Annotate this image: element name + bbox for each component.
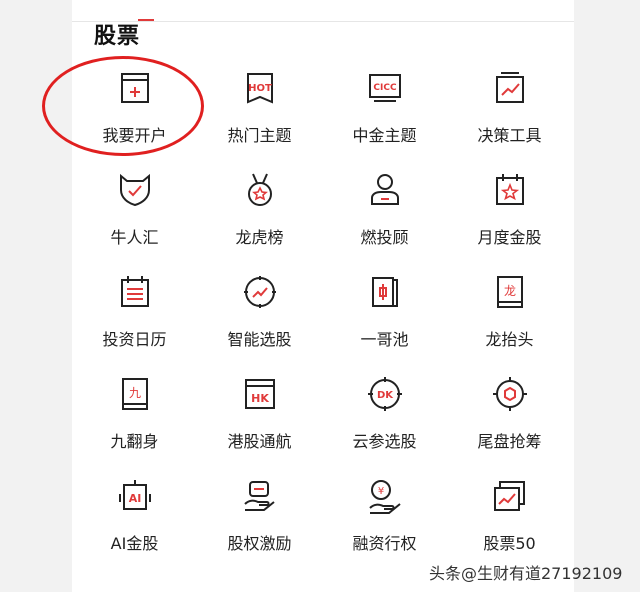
grid-row: 牛人汇 龙虎榜 燃投顾 月度金股 bbox=[72, 162, 574, 264]
account-open-icon bbox=[115, 68, 155, 108]
hand-coin-icon: ¥ bbox=[365, 476, 405, 516]
feature-stock-50[interactable]: 股票50 bbox=[447, 468, 572, 570]
svg-text:九: 九 bbox=[129, 386, 141, 400]
stock50-cards-icon bbox=[490, 476, 530, 516]
target-hexagon-icon bbox=[490, 374, 530, 414]
bull-shield-icon bbox=[115, 170, 155, 210]
feature-financing-exercise[interactable]: ¥ 融资行权 bbox=[322, 468, 447, 570]
svg-text:HK: HK bbox=[251, 392, 269, 405]
svg-text:HOT: HOT bbox=[248, 83, 272, 94]
feature-dragon-rise[interactable]: 龙 龙抬头 bbox=[447, 264, 572, 366]
feature-equity-incentive[interactable]: 股权激励 bbox=[197, 468, 322, 570]
section-title: 股票 bbox=[94, 24, 141, 49]
feature-label: 龙抬头 bbox=[485, 330, 534, 349]
feature-cicc-topics[interactable]: CICC 中金主题 bbox=[322, 60, 447, 162]
feature-hk-connect[interactable]: HK 港股通航 bbox=[197, 366, 322, 468]
advisor-person-icon bbox=[365, 170, 405, 210]
calendar-star-icon bbox=[490, 170, 530, 210]
feature-top-pool[interactable]: 一哥池 bbox=[322, 264, 447, 366]
feature-dragon-tiger[interactable]: 龙虎榜 bbox=[197, 162, 322, 264]
feature-label: 一哥池 bbox=[360, 330, 409, 349]
feature-label: 投资日历 bbox=[102, 330, 167, 349]
hk-icon: HK bbox=[240, 374, 280, 414]
feature-nine-turnaround[interactable]: 九 九翻身 bbox=[72, 366, 197, 468]
watermark: 头条@生财有道27192109 bbox=[429, 564, 623, 583]
feature-bull-club[interactable]: 牛人汇 bbox=[72, 162, 197, 264]
feature-label: 智能选股 bbox=[227, 330, 292, 349]
feature-monthly-gold-stocks[interactable]: 月度金股 bbox=[447, 162, 572, 264]
grid-row: 九 九翻身 HK 港股通航 DK 云参选股 尾盘抢筹 bbox=[72, 366, 574, 468]
feature-label: 热门主题 bbox=[227, 126, 292, 145]
smart-compass-icon bbox=[240, 272, 280, 312]
hand-equity-icon bbox=[240, 476, 280, 516]
feature-label: 决策工具 bbox=[477, 126, 542, 145]
feature-label: 牛人汇 bbox=[110, 228, 159, 247]
cicc-icon: CICC bbox=[365, 68, 405, 108]
feature-label: 燃投顾 bbox=[360, 228, 409, 247]
svg-text:¥: ¥ bbox=[378, 486, 384, 497]
top-accent-bar bbox=[138, 19, 154, 21]
dk-target-icon: DK bbox=[365, 374, 405, 414]
hot-icon: HOT bbox=[240, 68, 280, 108]
feature-closing-rush[interactable]: 尾盘抢筹 bbox=[447, 366, 572, 468]
feature-label: 港股通航 bbox=[227, 432, 292, 451]
decision-chart-icon bbox=[490, 68, 530, 108]
svg-text:龙: 龙 bbox=[504, 284, 516, 298]
feature-label: 尾盘抢筹 bbox=[477, 432, 542, 451]
feature-smart-screening[interactable]: 智能选股 bbox=[197, 264, 322, 366]
nine-book-icon: 九 bbox=[115, 374, 155, 414]
feature-hot-topics[interactable]: HOT 热门主题 bbox=[197, 60, 322, 162]
feature-ai-gold-stocks[interactable]: AI AI金股 bbox=[72, 468, 197, 570]
svg-text:AI: AI bbox=[129, 492, 142, 505]
feature-account-open[interactable]: 我要开户 bbox=[72, 60, 197, 162]
feature-grid: 我要开户 HOT 热门主题 CICC 中金主题 决策工具 牛人汇 龙虎榜 燃投顾… bbox=[72, 60, 574, 570]
feature-advisor[interactable]: 燃投顾 bbox=[322, 162, 447, 264]
feature-decision-tools[interactable]: 决策工具 bbox=[447, 60, 572, 162]
feature-label: 股票50 bbox=[483, 534, 536, 553]
svg-text:CICC: CICC bbox=[373, 83, 397, 93]
calendar-list-icon bbox=[115, 272, 155, 312]
feature-label: 股权激励 bbox=[227, 534, 292, 553]
grid-row: AI AI金股 股权激励 ¥ 融资行权 股票50 bbox=[72, 468, 574, 570]
feature-label: 月度金股 bbox=[477, 228, 542, 247]
feature-investment-calendar[interactable]: 投资日历 bbox=[72, 264, 197, 366]
medal-star-icon bbox=[240, 170, 280, 210]
feature-label: 云参选股 bbox=[352, 432, 417, 451]
grid-row: 投资日历 智能选股 一哥池 龙 龙抬头 bbox=[72, 264, 574, 366]
feature-label: AI金股 bbox=[110, 534, 159, 553]
feature-label: 融资行权 bbox=[352, 534, 417, 553]
feature-label: 龙虎榜 bbox=[235, 228, 284, 247]
book-candle-icon bbox=[365, 272, 405, 312]
grid-row: 我要开户 HOT 热门主题 CICC 中金主题 决策工具 bbox=[72, 60, 574, 162]
feature-cloud-screening[interactable]: DK 云参选股 bbox=[322, 366, 447, 468]
feature-label: 中金主题 bbox=[352, 126, 417, 145]
feature-label: 九翻身 bbox=[110, 432, 159, 451]
svg-text:DK: DK bbox=[377, 390, 394, 401]
ai-robot-icon: AI bbox=[115, 476, 155, 516]
feature-label: 我要开户 bbox=[102, 126, 167, 145]
top-divider bbox=[72, 21, 574, 22]
dragon-book-icon: 龙 bbox=[490, 272, 530, 312]
